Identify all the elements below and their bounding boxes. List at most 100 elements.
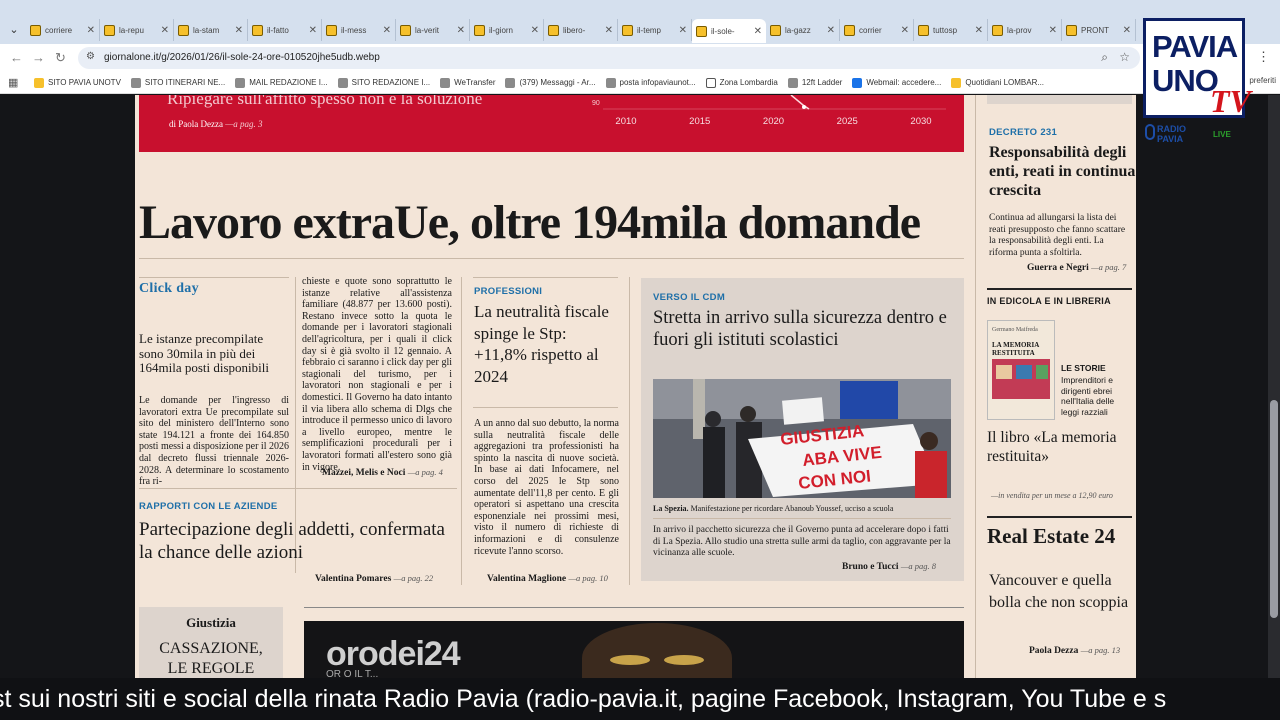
bookmark-item[interactable]: Quotidiani LOMBAR...: [951, 77, 1044, 88]
tab-strip: corriere ✕ la-repu ✕ la-stam ✕ il-fatto ✕ il-mes…: [26, 19, 1136, 43]
bookmark-item[interactable]: SITO REDAZIONE I...: [337, 77, 431, 88]
bookmark-item[interactable]: Webmail: accedere...: [852, 77, 941, 88]
browser-tab[interactable]: corrier ✕: [840, 19, 914, 41]
book-author: Germano Maifreda: [992, 327, 1038, 333]
bookmark-label: SITO PAVIA UNOTV: [48, 78, 121, 87]
book-cover-portrait: [1016, 365, 1032, 379]
decreto-kicker: DECRETO 231: [989, 127, 1058, 138]
bookmark-item[interactable]: SITO PAVIA UNOTV: [34, 77, 121, 88]
tab-close-icon[interactable]: ✕: [1049, 25, 1057, 36]
page-scrollbar[interactable]: [1268, 95, 1280, 678]
tab-close-icon[interactable]: ✕: [754, 26, 762, 37]
tab-label: la-verit: [415, 25, 440, 35]
photo-person: [705, 411, 721, 427]
bookmark-item[interactable]: posta infopaviaunot...: [605, 77, 696, 88]
browser-tab[interactable]: il-sole- ✕: [692, 19, 766, 43]
bookmark-label: 12ft Ladder: [801, 78, 843, 87]
tab-close-icon[interactable]: ✕: [457, 25, 465, 36]
book-cover-portrait: [996, 365, 1012, 379]
giustizia-box: Giustizia CASSAZIONE, LE REGOLE: [139, 607, 283, 678]
bookmark-item[interactable]: MAIL REDAZIONE I...: [235, 77, 328, 88]
tab-favicon-icon: [770, 24, 781, 36]
url-text[interactable]: giornalone.it/g/2026/01/26/il-sole-24-or…: [104, 52, 380, 63]
bookmark-label: SITO REDAZIONE I...: [351, 78, 431, 87]
tab-close-icon[interactable]: ✕: [1123, 25, 1131, 36]
rapporti-author: Valentina Pomares: [315, 574, 392, 584]
browser-tab[interactable]: il-giorn ✕: [470, 19, 544, 41]
cdm-kicker: VERSO IL CDM: [653, 292, 726, 303]
tab-label: PRONT: [1081, 25, 1109, 35]
bookmark-item[interactable]: (379) Messaggi - Ar...: [505, 77, 596, 88]
bookmark-item[interactable]: Zona Lombardia: [705, 77, 778, 88]
tab-close-icon[interactable]: ✕: [531, 25, 539, 36]
back-icon[interactable]: ←: [10, 50, 23, 65]
browser-tab[interactable]: tuttosp ✕: [914, 19, 988, 41]
browser-tab[interactable]: la-verit ✕: [396, 19, 470, 41]
professioni-rule: [473, 277, 618, 278]
photo-person-body: [915, 451, 947, 498]
browser-tab[interactable]: corriere ✕: [26, 19, 100, 41]
clickday-body-col2: chieste e quote sono soprattutto le ista…: [302, 276, 452, 473]
browser-tab[interactable]: il-temp ✕: [618, 19, 692, 41]
browser-menu-icon[interactable]: ⋮: [1257, 49, 1270, 65]
tab-label: la-repu: [119, 25, 144, 35]
section-rule: [139, 488, 457, 489]
tab-close-icon[interactable]: ✕: [235, 25, 243, 36]
zoom-icon[interactable]: ⌕: [1101, 50, 1108, 65]
reload-icon[interactable]: ↻: [55, 50, 66, 66]
orodei-ad[interactable]: orodei24 OR O IL T...: [304, 621, 964, 678]
browser-tab[interactable]: PRONT ✕: [1062, 19, 1136, 41]
chart-series-line: [790, 95, 810, 110]
bookmark-item[interactable]: SITO ITINERARI NE...: [130, 77, 225, 88]
bookmark-star-icon[interactable]: ☆: [1119, 50, 1130, 64]
libro-sub: —in vendita per un mese a 12,90 euro: [991, 491, 1113, 500]
scrollbar-thumb[interactable]: [1270, 400, 1278, 618]
browser-tab[interactable]: il-mess ✕: [322, 19, 396, 41]
clickday-rule: [139, 277, 289, 278]
rapporti-title: Partecipazione degli addetti, confermata…: [139, 519, 445, 563]
tab-close-icon[interactable]: ✕: [679, 25, 687, 36]
bookmark-icon: [337, 77, 348, 88]
chart-point: [802, 105, 806, 109]
site-info-icon[interactable]: ⚙: [86, 51, 95, 62]
cdm-page: —a pag. 8: [900, 561, 937, 571]
browser-tab[interactable]: la-prov ✕: [988, 19, 1062, 41]
decreto-body: Continua ad allungarsi la lista dei reat…: [989, 213, 1126, 258]
tab-search-dropdown-icon[interactable]: ⌄: [4, 20, 24, 40]
bookmark-icon: [34, 77, 44, 88]
all-bookmarks-label[interactable]: preferiti: [1249, 76, 1276, 85]
tab-close-icon[interactable]: ✕: [309, 25, 317, 36]
tab-label: corriere: [45, 25, 73, 35]
tab-close-icon[interactable]: ✕: [87, 25, 95, 36]
browser-tab[interactable]: la-repu ✕: [100, 19, 174, 41]
tab-close-icon[interactable]: ✕: [383, 25, 391, 36]
cdm-title: Stretta in arrivo sulla sicurezza dentro…: [653, 308, 947, 350]
tab-close-icon[interactable]: ✕: [975, 25, 983, 36]
tab-close-icon[interactable]: ✕: [827, 25, 835, 36]
tab-label: la-stam: [193, 25, 220, 35]
cdm-box: VERSO IL CDM Stretta in arrivo sulla sic…: [641, 278, 964, 581]
tab-close-icon[interactable]: ✕: [901, 25, 909, 36]
bookmark-item[interactable]: WeTransfer: [440, 77, 496, 88]
apps-grid-icon[interactable]: ▦: [8, 76, 34, 89]
browser-tab[interactable]: la-stam ✕: [174, 19, 248, 41]
tab-close-icon[interactable]: ✕: [605, 25, 613, 36]
browser-tab[interactable]: libero- ✕: [544, 19, 618, 41]
tab-label: libero-: [563, 25, 586, 35]
bookmark-item[interactable]: 12ft Ladder: [787, 77, 843, 88]
url-field[interactable]: ⚙ giornalone.it/g/2026/01/26/il-sole-24-…: [78, 47, 1140, 69]
browser-tab[interactable]: la-gazz ✕: [766, 19, 840, 41]
browser-tab[interactable]: il-fatto ✕: [248, 19, 322, 41]
chart-x-tick-label: 2010: [615, 116, 636, 127]
decreto-title: Responsabilità degli enti, reati in cont…: [989, 144, 1136, 199]
col-rule-2: [461, 277, 462, 585]
tab-close-icon[interactable]: ✕: [161, 25, 169, 36]
headline-rule: [139, 258, 964, 259]
forward-icon[interactable]: →: [32, 50, 45, 65]
photo-sign: [782, 397, 824, 425]
cdm-author: Bruno e Tucci: [842, 562, 899, 572]
libro-title: Il libro «La memoria restituita»: [987, 429, 1117, 465]
tab-favicon-icon: [326, 24, 337, 36]
bookmark-icon: [787, 77, 798, 88]
bookmark-label: WeTransfer: [454, 78, 496, 87]
